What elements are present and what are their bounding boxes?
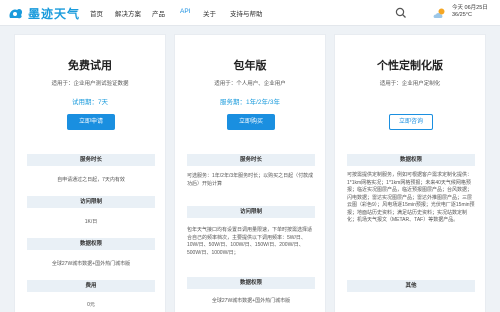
section-text-duration: 可选服务：1年/2年/3年服务时长；以购买之日起（付款成功后）开始计算 (187, 173, 314, 187)
section-header-fee: 费用 (27, 280, 155, 292)
plan-card-free-trial: 免费试用 适用于：企业用户测试验证数据 试用期：7天 立即申请 服务时长 自申请… (14, 34, 166, 312)
section-text-fee: 0元 (87, 302, 95, 308)
nav-products[interactable]: 产品 (152, 8, 165, 18)
search-icon[interactable] (395, 7, 407, 19)
section-text-data: 全球27W城市数据+国外热门城市版 (211, 298, 291, 304)
brand-name: 墨迹天气 (28, 6, 81, 21)
consult-now-button[interactable]: 立即咨询 (389, 114, 433, 130)
section-text-access: 1K/日 (84, 219, 98, 225)
nav-home[interactable]: 首页 (90, 8, 103, 18)
section-header-access: 访问限制 (27, 196, 155, 208)
brand-logo[interactable]: 墨迹天气 (8, 4, 80, 22)
plan-card-annual: 包年版 适用于：个人用户、企业用户 服务期：1年/2年/3年 立即购买 服务时长… (174, 34, 326, 312)
plan-term: 服务期：1年/2年/3年 (220, 99, 280, 106)
section-header-data: 数据权限 (27, 238, 155, 250)
section-header-duration: 服务时长 (27, 154, 155, 166)
weather-date: 今天 06月25日 (452, 5, 488, 11)
plan-audience: 适用于：个人用户、企业用户 (214, 81, 286, 87)
section-text-access: 包年天气接口均有设置日调用量限速，下单时按需选择适合自己的频率档次，主要提供以下… (187, 227, 313, 256)
plan-title: 包年版 (233, 60, 267, 72)
logo-icon (9, 8, 23, 19)
top-nav: 墨迹天气 首页 解决方案 产品 API 关于 支持与帮助 今天 06月25日 3… (0, 0, 500, 26)
plan-title: 免费试用 (68, 60, 112, 72)
weather-readout: 今天 06月25日 36/25°C (452, 5, 488, 19)
nav-api[interactable]: API (180, 8, 190, 15)
plan-audience: 适用于：企业用户定制化 (379, 81, 441, 87)
buy-now-button[interactable]: 立即购买 (227, 114, 275, 130)
section-header-access: 访问限制 (187, 206, 315, 218)
section-header-other: 其他 (347, 280, 475, 292)
nav-support[interactable]: 支持与帮助 (230, 8, 263, 18)
weather-temp: 36/25°C (452, 12, 472, 18)
section-header-duration: 服务时长 (187, 154, 315, 166)
section-header-data: 数据权限 (347, 154, 475, 166)
sun-cloud-icon (433, 8, 445, 18)
plan-card-custom: 个性定制化版 适用于：企业用户定制化 立即咨询 数据权限 可按需提供定制服务，例… (334, 34, 486, 312)
section-header-data: 数据权限 (187, 277, 315, 289)
section-text-data: 可按需提供定制服务，例如可根据客户需求定制化提供：1*1km网格实况；1*1km… (347, 172, 475, 223)
apply-now-button[interactable]: 立即申请 (67, 114, 115, 130)
plan-term: 试用期：7天 (71, 99, 109, 106)
section-text-duration: 自申请通过之日起，7天内有效 (57, 177, 125, 183)
section-text-data: 全球27W城市数据+国外热门城市版 (51, 261, 131, 267)
plan-title: 个性定制化版 (377, 60, 443, 72)
nav-about[interactable]: 关于 (203, 8, 216, 18)
nav-solutions[interactable]: 解决方案 (115, 8, 141, 18)
plan-audience: 适用于：企业用户测试验证数据 (51, 81, 129, 87)
